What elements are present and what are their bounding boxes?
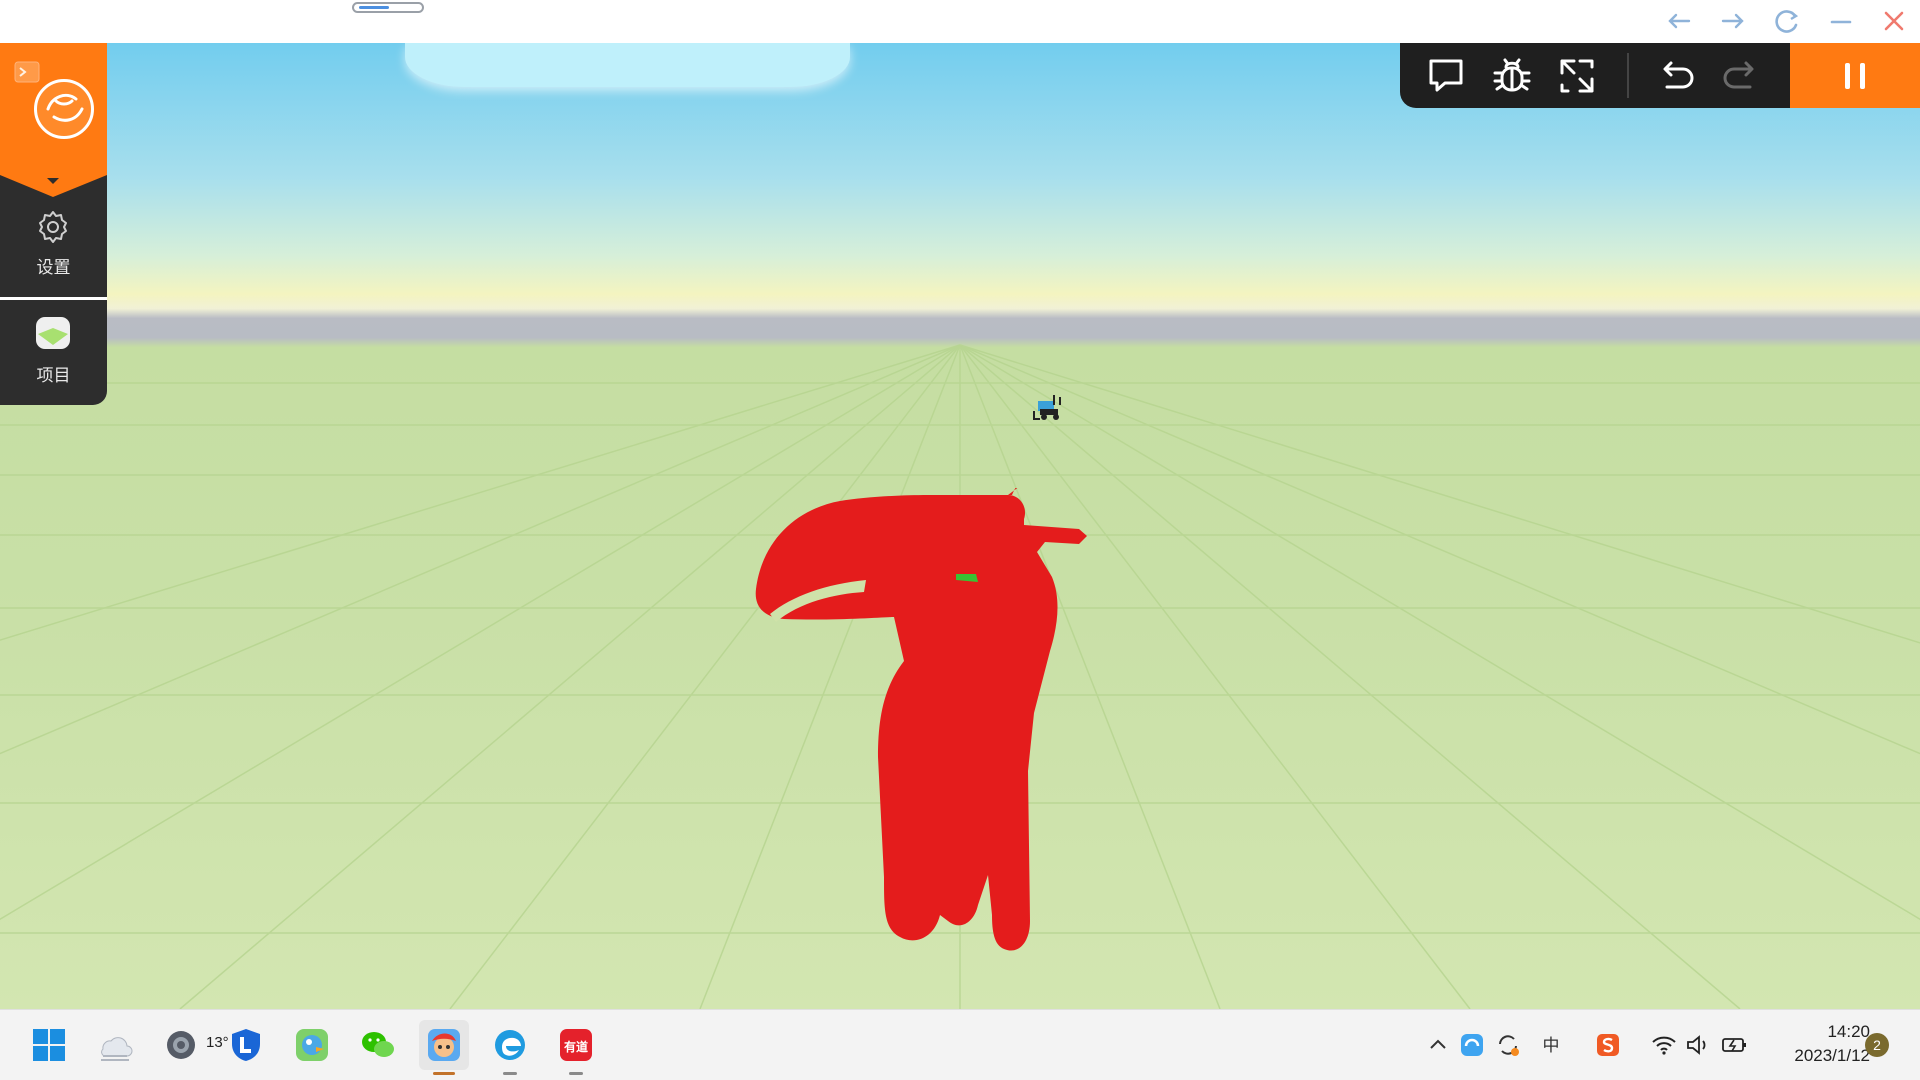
tray-battery[interactable] [1719,1030,1749,1060]
ime-label: 中 [1543,1036,1560,1056]
sync-icon [1499,1035,1519,1056]
toolbar-divider [1627,53,1629,98]
clock-time[interactable]: 14:20 [1790,1022,1870,1042]
taskbar-wechat[interactable] [353,1020,403,1070]
gear-icon [39,211,67,243]
undo-button[interactable] [1653,53,1699,99]
tray-wifi[interactable] [1649,1030,1679,1060]
taskbar-security[interactable] [221,1020,271,1070]
window-title-bar [0,0,1920,43]
refresh-icon[interactable] [1769,4,1805,38]
windows-taskbar: 13° 有道 中 14:20 2023/1/12 2 [0,1009,1920,1080]
tray-sync[interactable] [1493,1030,1523,1060]
weather-widget[interactable]: 13° [90,1020,229,1070]
logo-dropdown-icon[interactable] [0,175,107,197]
fullscreen-button[interactable] [1554,53,1600,99]
editor-toolbar [1400,43,1920,108]
taskbar-game-editor[interactable] [419,1020,469,1075]
redacted-character [755,488,1087,951]
battery-icon [1722,1038,1746,1052]
chevron-up-icon [1430,1039,1446,1049]
app-logo[interactable] [0,43,107,175]
clock-date[interactable]: 2023/1/12 [1766,1046,1870,1066]
game-viewport[interactable] [0,43,1920,1009]
taskbar-bird-app[interactable] [287,1020,337,1070]
taskbar-settings[interactable] [156,1020,206,1070]
notification-badge[interactable]: 2 [1865,1033,1889,1057]
back-icon[interactable] [1661,4,1697,38]
sidebar-item-settings[interactable]: 设置 [0,200,107,300]
logo-emblem-icon [34,79,94,139]
redo-icon [1723,61,1754,89]
tray-volume[interactable] [1683,1030,1713,1060]
comment-icon [1429,59,1463,92]
minimize-icon[interactable] [1823,4,1859,38]
sidebar-item-label: 设置 [36,258,71,277]
running-app-indicator [569,1072,583,1075]
ime-icon: 中 [1543,1036,1560,1056]
taskbar-edge[interactable] [485,1020,535,1075]
volume-icon [1687,1035,1706,1055]
cloud-sync-app-icon [1461,1034,1483,1056]
taskbar-youdao[interactable]: 有道 [551,1020,601,1075]
fullscreen-icon [1560,59,1594,93]
pause-icon [1845,63,1865,89]
bird-app-icon [296,1029,328,1061]
pause-button[interactable] [1790,43,1920,108]
window-drag-handle[interactable] [352,2,424,13]
forward-icon[interactable] [1715,4,1751,38]
sidebar-item-label: 项目 [36,366,71,385]
redo-button[interactable] [1718,53,1764,99]
sidebar-divider [0,297,107,300]
wifi-icon [1652,1036,1676,1055]
tray-ime[interactable]: 中 [1536,1030,1566,1060]
side-panel: 设置 项目 [0,43,107,405]
close-icon[interactable] [1876,4,1912,38]
debug-button[interactable] [1489,53,1535,99]
youdao-icon: 有道 [560,1029,592,1061]
sidebar-item-project[interactable]: 项目 [0,309,107,405]
weather-icon [101,1037,133,1061]
active-app-indicator [433,1072,455,1075]
edge-icon [495,1030,525,1060]
running-app-indicator [503,1072,517,1075]
project-icon [36,317,70,349]
settings-icon [167,1031,195,1059]
debug-bug-icon [1493,58,1531,92]
undo-icon [1663,61,1694,89]
wechat-icon [362,1032,394,1057]
scene-sprite[interactable] [1030,391,1066,425]
tray-sogou[interactable] [1593,1030,1623,1060]
sogou-icon [1597,1034,1619,1056]
tray-app-blue[interactable] [1457,1030,1487,1060]
start-button[interactable] [24,1020,74,1070]
comment-button[interactable] [1423,53,1469,99]
start-icon [33,1029,65,1061]
shield-l-icon [232,1029,260,1061]
tray-overflow-button[interactable] [1423,1030,1453,1060]
game-editor-icon [428,1029,460,1061]
youdao-label: 有道 [564,1039,588,1054]
